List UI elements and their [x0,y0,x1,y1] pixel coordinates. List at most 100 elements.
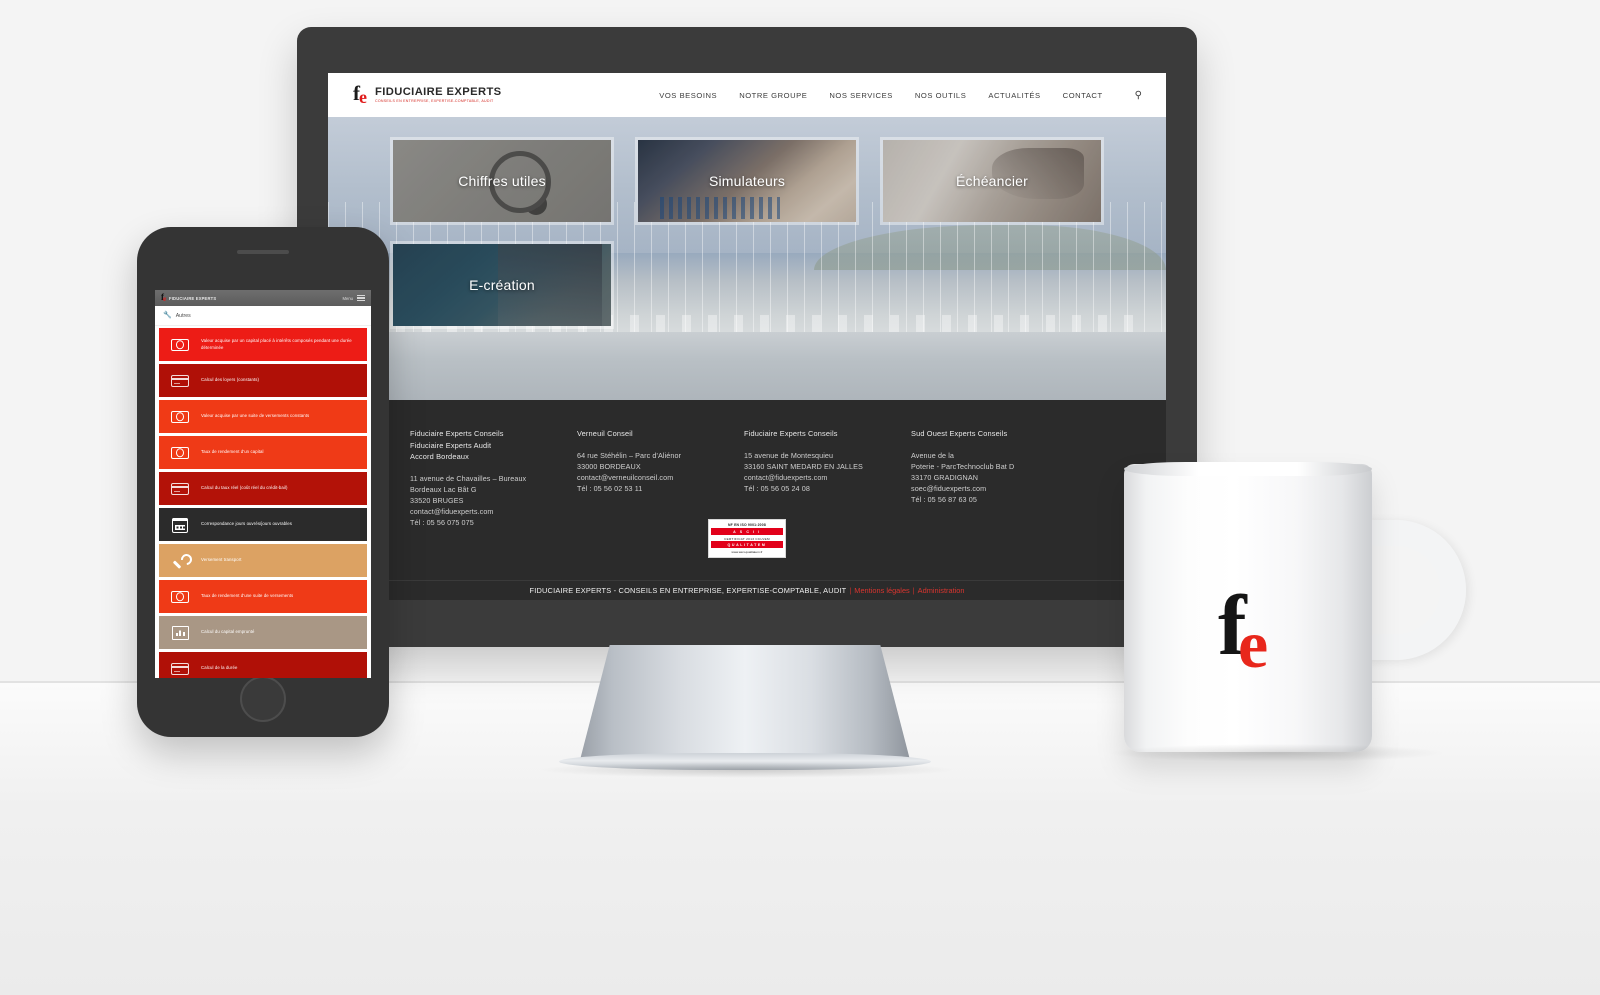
footer-email[interactable]: soec@fiduexperts.com [911,483,1064,494]
footer-line: Avenue de la [911,450,955,460]
logo-tagline: CONSEILS EN ENTREPRISE, EXPERTISE-COMPTA… [375,99,494,103]
copyright-separator: | [849,586,852,595]
list-item[interactable]: Calcul des loyers (constants) [159,364,367,397]
site-header: f e FIDUCIAIRE EXPERTS CONSEILS EN ENTRE… [328,73,1166,117]
list-item-label: Versement transport [201,557,242,563]
mobile-header: f e FIDUCIAIRE EXPERTS Menu [155,290,371,306]
footer-title: Accord Bordeaux [410,452,469,461]
footer-line: 33520 BRUGES [410,495,464,505]
mobile-menu-button[interactable]: Menu [342,294,365,302]
footer-phone: Tél : 05 56 87 63 05 [911,495,977,505]
nav-item-contact[interactable]: CONTACT [1063,91,1103,100]
footer-line: Poterie - ParcTechnoclub Bat D [911,461,1015,471]
footer-title: Fiduciaire Experts Conseils [410,429,504,438]
list-item[interactable]: Valeur acquise par un capital placé à in… [159,328,367,361]
footer-email[interactable]: contact@fiduexperts.com [410,506,563,517]
footer-line: 64 rue Stéhélin – Parc d'Aliénor [577,450,682,460]
list-item-label: Correspondance jours ouvrés/jours ouvrab… [201,521,292,527]
copyright-bar: FIDUCIAIRE EXPERTS - CONSEILS EN ENTREPR… [328,580,1166,600]
money-icon [159,410,201,423]
phone-speaker [237,250,289,254]
tile-e-creation[interactable]: E-création [390,241,614,329]
list-item[interactable]: Correspondance jours ouvrés/jours ouvrab… [159,508,367,541]
footer-address: 64 rue Stéhélin – Parc d'Aliénor 33000 B… [577,450,730,495]
list-item[interactable]: Calcul du taux réel (coût réel du crédit… [159,472,367,505]
mockup-scene: f e FIDUCIAIRE EXPERTS CONSEILS EN ENTRE… [0,0,1600,995]
footer-email[interactable]: contact@verneuilconseil.com [577,472,730,483]
footer-title: Verneuil Conseil [577,429,633,438]
link-administration[interactable]: Administration [918,586,965,595]
list-item[interactable]: Calcul de la durée [159,652,367,678]
copyright-text: FIDUCIAIRE EXPERTS - CONSEILS EN ENTREPR… [529,586,847,595]
card-icon [159,482,201,495]
chart-icon [159,625,201,640]
nav-item-actualites[interactable]: ACTUALITÉS [988,91,1040,100]
footer-phone: Tél : 05 56 05 24 08 [744,484,810,494]
mobile-logo-text: FIDUCIAIRE EXPERTS [169,295,217,301]
desktop-monitor-mockup: f e FIDUCIAIRE EXPERTS CONSEILS EN ENTRE… [297,27,1197,778]
tile-chiffres-utiles[interactable]: Chiffres utiles [390,137,614,225]
footer-column-verneuil: Verneuil Conseil 64 rue Stéhélin – Parc … [577,428,744,529]
logo-title: FIDUCIAIRE EXPERTS [375,86,502,98]
mug-rim [1124,462,1372,476]
tile-echeancier[interactable]: Échéancier [880,137,1104,225]
footer-email[interactable]: contact@fiduexperts.com [744,472,897,483]
tile-label: Simulateurs [708,173,786,189]
list-item-label: Valeur acquise par un capital placé à in… [201,338,352,350]
footer-column-fiduciaire-bruges: Fiduciaire Experts Conseils Fiduciaire E… [410,428,577,529]
list-item[interactable]: Taux de rendement d'un capital [159,436,367,469]
cert-org: A S C I I [711,528,783,535]
footer-columns: Fiduciaire Experts Conseils Fiduciaire E… [410,428,1084,529]
footer-address: Avenue de la Poterie - ParcTechnoclub Ba… [911,450,1064,506]
nav-item-nos-services[interactable]: NOS SERVICES [829,91,892,100]
tile-label: E-création [469,277,535,293]
mug-mockup: f e [1112,462,1472,762]
list-item-label: Calcul du taux réel (coût réel du crédit… [201,485,288,491]
tile-simulateurs[interactable]: Simulateurs [635,137,859,225]
money-icon [159,446,201,459]
search-icon[interactable]: ⚲ [1135,90,1142,101]
website-desktop: f e FIDUCIAIRE EXPERTS CONSEILS EN ENTRE… [328,73,1166,600]
mug-shadow [1112,744,1442,762]
wrench-icon [159,553,201,569]
nav-item-nos-outils[interactable]: NOS OUTILS [915,91,967,100]
phone-mockup: f e FIDUCIAIRE EXPERTS Menu 🔧 Autres Val… [137,227,389,737]
list-item[interactable]: Calcul du capital emprunté [159,616,367,649]
list-item[interactable]: Valeur acquise par une suite de versemen… [159,400,367,433]
footer-phone: Tél : 05 56 075 075 [410,518,474,528]
list-item[interactable]: Versement transport [159,544,367,577]
footer-address: 15 avenue de Montesquieu 33160 SAINT MED… [744,450,897,495]
link-mentions-legales[interactable]: Mentions légales [854,586,909,595]
list-item-label: Taux de rendement d'un capital [201,449,264,455]
list-item-label: Calcul des loyers (constants) [201,377,260,383]
footer-line: 33160 SAINT MEDARD EN JALLES [744,461,863,471]
mobile-breadcrumb[interactable]: 🔧 Autres [155,306,371,326]
hero-tile-row-2: E-création [390,241,1106,329]
footer-phone: Tél : 05 56 02 53 11 [577,484,643,494]
footer-line: Bordeaux Lac Bât G [410,484,477,494]
logo-text: FIDUCIAIRE EXPERTS CONSEILS EN ENTREPRIS… [375,86,502,104]
logo-letter-e: e [359,87,367,107]
monitor-shadow [537,762,957,778]
footer-title: Fiduciaire Experts Audit [410,440,492,450]
footer-title: Sud Ouest Experts Conseils [911,429,1008,438]
monitor-stand-neck [580,645,910,760]
monitor-screen: f e FIDUCIAIRE EXPERTS CONSEILS EN ENTRE… [328,73,1166,600]
breadcrumb-label: Autres [175,312,191,319]
calendar-icon [159,516,201,533]
list-item-label: Calcul de la durée [201,665,238,671]
mobile-logo[interactable]: f e FIDUCIAIRE EXPERTS [161,292,217,303]
logo-letter-e: e [163,294,167,303]
monitor-chin [297,600,1197,647]
list-item[interactable]: Taux de rendement d'une suite de verseme… [159,580,367,613]
nav-item-notre-groupe[interactable]: NOTRE GROUPE [739,91,807,100]
hero-tile-row-1: Chiffres utiles Simulateurs Échéancier [390,137,1106,225]
certification-badge: NF EN ISO 9001:2008 A S C I I CERTIFICAT… [708,519,786,558]
site-logo[interactable]: f e FIDUCIAIRE EXPERTS CONSEILS EN ENTRE… [352,83,502,107]
mobile-menu-label: Menu [342,295,353,301]
footer-line: 11 avenue de Chavailles – Bureaux [410,473,527,483]
phone-home-button[interactable] [240,676,286,722]
main-navigation: VOS BESOINS NOTRE GROUPE NOS SERVICES NO… [659,90,1142,101]
hero-tiles: Chiffres utiles Simulateurs Échéancier E… [390,137,1106,345]
nav-item-vos-besoins[interactable]: VOS BESOINS [659,91,717,100]
